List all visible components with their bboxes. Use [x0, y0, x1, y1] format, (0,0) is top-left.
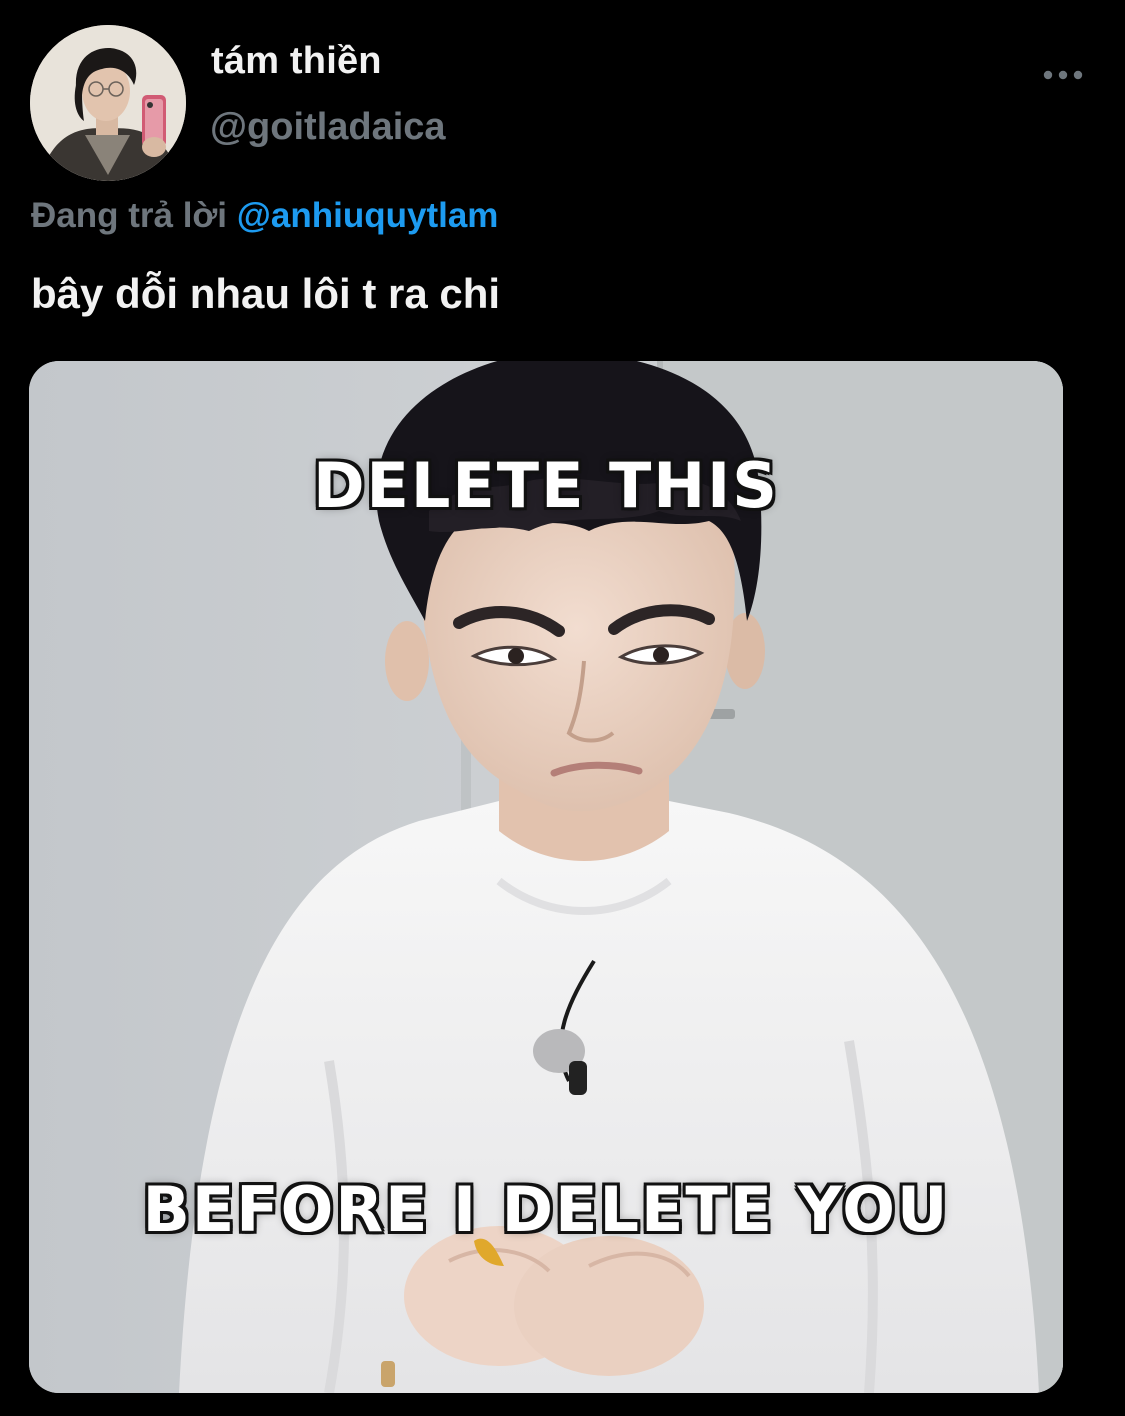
more-horizontal-icon[interactable]	[1040, 62, 1086, 88]
tweet-text: bây dỗi nhau lôi t ra chi	[31, 270, 501, 317]
media-image[interactable]: DELETE THIS BEFORE I DELETE YOU	[29, 361, 1063, 1393]
reply-prefix: Đang trả lời	[31, 196, 228, 235]
meme-caption-bottom: BEFORE I DELETE YOU	[142, 1173, 950, 1246]
avatar[interactable]	[30, 25, 186, 181]
tweet: tám thiền @goitladaica Đang trả lời @anh…	[0, 0, 1125, 1416]
reply-mention-link[interactable]: @anhiuquytlam	[237, 196, 499, 235]
user-handle[interactable]: @goitladaica	[210, 106, 446, 149]
avatar-photo	[30, 25, 186, 181]
reply-context: Đang trả lời @anhiuquytlam	[31, 196, 498, 236]
display-name[interactable]: tám thiền	[211, 40, 382, 83]
meme-caption-top: DELETE THIS	[313, 449, 779, 522]
